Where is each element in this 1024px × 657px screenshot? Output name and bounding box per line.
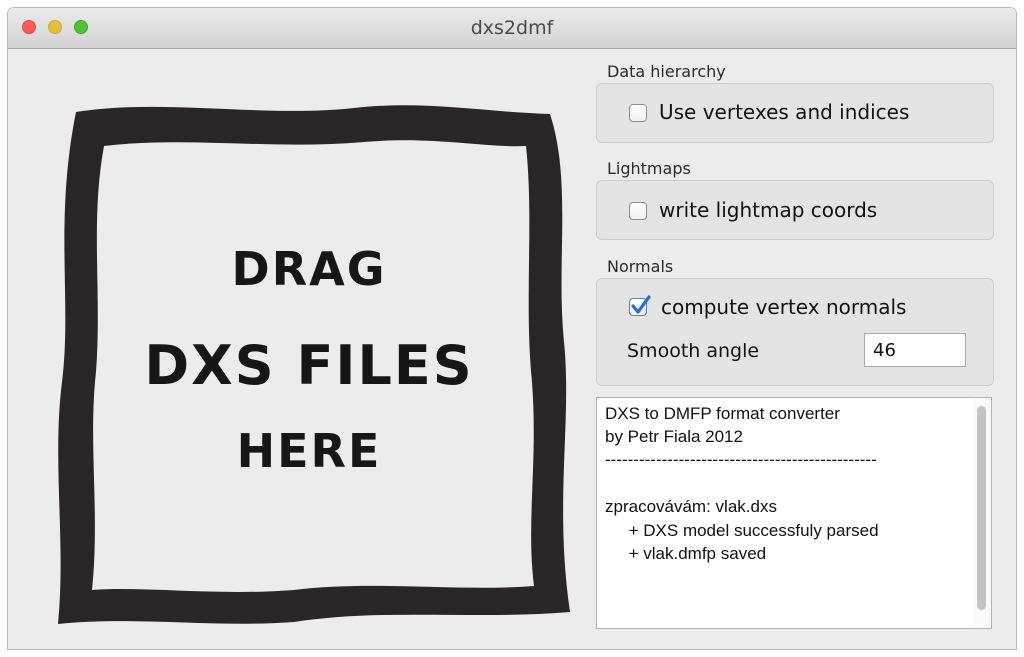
smooth-angle-input[interactable]: 46	[864, 333, 966, 367]
data-hierarchy-label: Data hierarchy	[607, 62, 726, 81]
drop-zone-line-1: DRAG	[231, 242, 387, 296]
use-vertexes-label[interactable]: Use vertexes and indices	[659, 100, 909, 124]
log-line: by Petr Fiala 2012	[605, 427, 743, 446]
scrollbar-thumb[interactable]	[977, 406, 986, 610]
log-line: DXS to DMFP format converter	[605, 404, 840, 423]
smooth-angle-label: Smooth angle	[627, 340, 760, 362]
checkmark-icon	[631, 295, 651, 314]
drop-zone-line-2: DXS FILES	[144, 334, 474, 397]
write-lightmap-coords-label[interactable]: write lightmap coords	[659, 198, 877, 222]
lightmaps-label: Lightmaps	[607, 159, 691, 178]
title-bar: dxs2dmf	[8, 8, 1016, 49]
drop-zone[interactable]: DRAG DXS FILES HERE	[44, 92, 574, 630]
log-scrollbar[interactable]	[973, 398, 991, 628]
compute-normals-checkbox[interactable]	[629, 295, 651, 316]
write-lightmap-coords-checkbox[interactable]	[629, 202, 647, 220]
log-line: + vlak.dmfp saved	[605, 544, 767, 563]
drop-zone-line-3: HERE	[236, 424, 382, 478]
normals-label: Normals	[607, 257, 674, 276]
log-line: ----------------------------------------…	[605, 450, 877, 469]
compute-normals-label[interactable]: compute vertex normals	[661, 295, 906, 319]
use-vertexes-checkbox[interactable]	[629, 104, 647, 122]
log-line: zpracovávám: vlak.dxs	[605, 497, 777, 516]
log-output[interactable]: DXS to DMFP format converter by Petr Fia…	[596, 397, 992, 629]
log-line: + DXS model successfuly parsed	[605, 521, 879, 540]
window-title: dxs2dmf	[470, 17, 554, 39]
